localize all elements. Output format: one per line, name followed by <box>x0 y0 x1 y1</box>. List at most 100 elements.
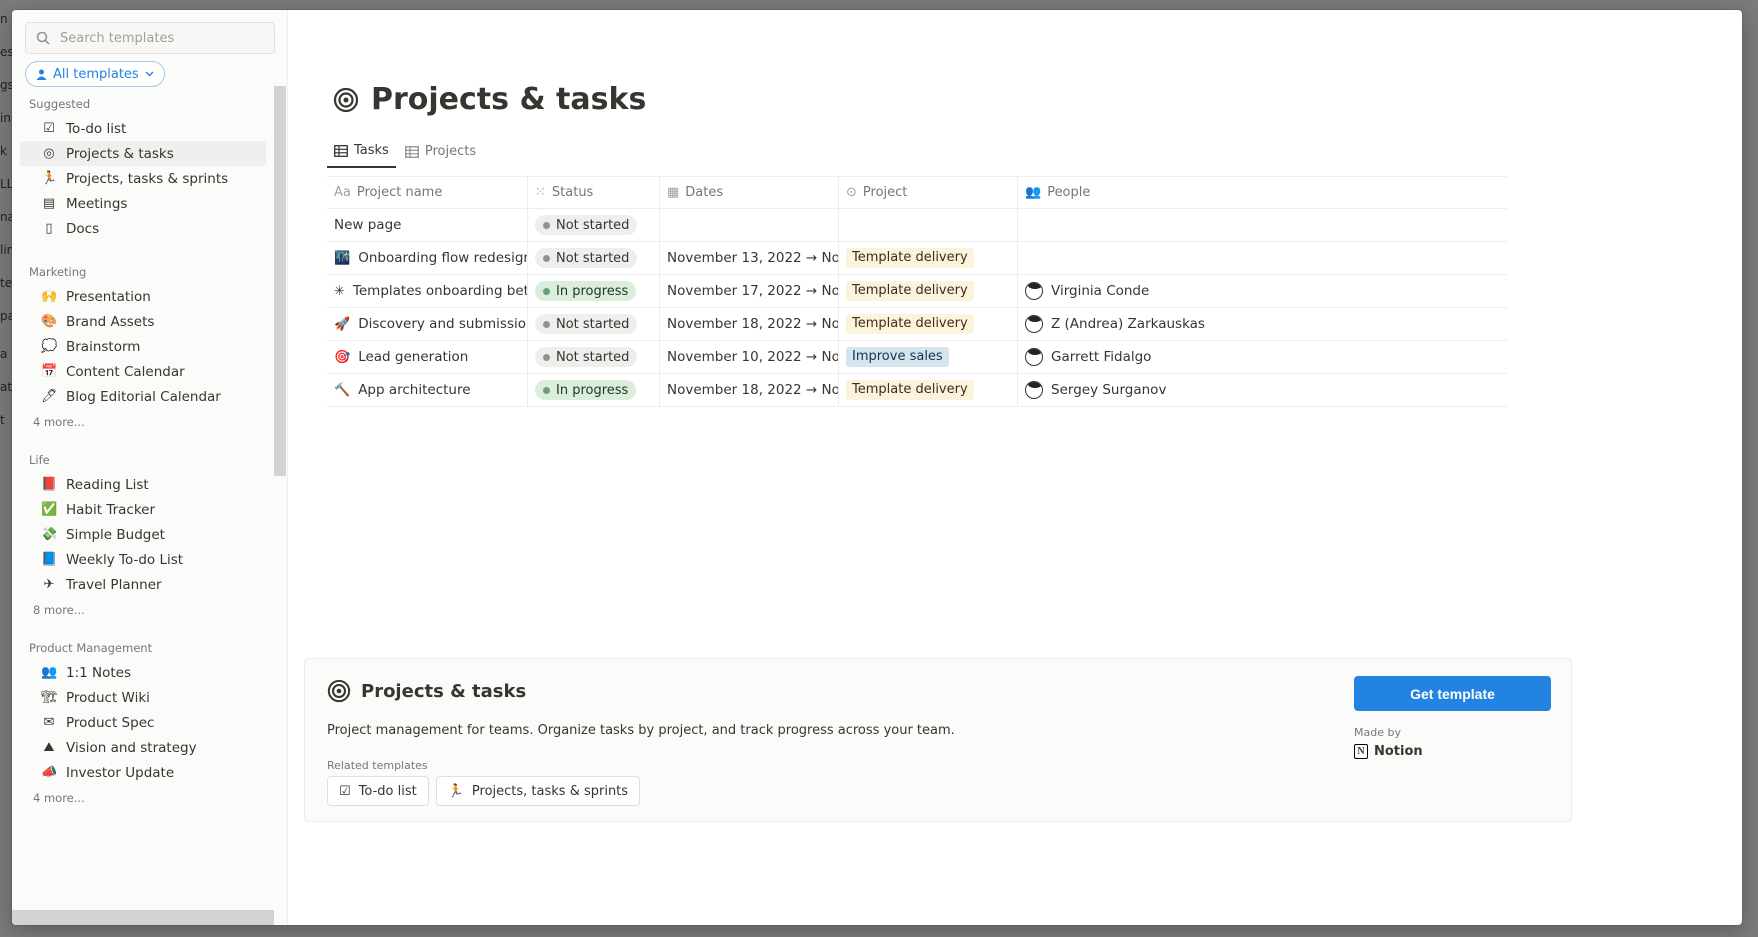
sidebar-item[interactable]: 🙌 Presentation <box>20 284 266 309</box>
project-tag: Template delivery <box>846 281 974 301</box>
target-icon <box>327 679 351 703</box>
related-template-chip[interactable]: 🏃 Projects, tasks & sprints <box>435 776 641 806</box>
people-cell[interactable]: Z (Andrea) Zarkauskas <box>1018 308 1507 340</box>
sidebar-item[interactable]: 📣 Investor Update <box>20 760 266 785</box>
dates-cell[interactable] <box>660 209 839 241</box>
project-name: App architecture <box>358 382 471 398</box>
column-header-label: Status <box>551 185 594 200</box>
dates-cell[interactable]: November 13, 2022 → November 15, 2022 <box>660 242 839 274</box>
status-cell[interactable]: Not started <box>528 242 660 274</box>
maker[interactable]: N Notion <box>1354 744 1423 759</box>
people-cell[interactable] <box>1018 209 1507 241</box>
sidebar-item[interactable]: ✅ Habit Tracker <box>20 497 266 522</box>
mountain-icon: ⛰ <box>43 739 55 755</box>
project-cell[interactable]: Template delivery <box>839 242 1018 274</box>
tab-tasks[interactable]: Tasks <box>327 135 396 168</box>
sidebar-item-label: Simple Budget <box>66 526 165 543</box>
checkbox-icon: ☑ <box>339 783 351 799</box>
sidebar-item[interactable]: ☑ To-do list <box>20 116 266 141</box>
sidebar-item[interactable]: 🎨 Brand Assets <box>20 309 266 334</box>
column-header-status[interactable]: ⁙ Status <box>528 177 660 208</box>
column-header-project[interactable]: ⊙ Project <box>839 177 1018 208</box>
column-header-dates[interactable]: ▦ Dates <box>660 177 839 208</box>
table-row[interactable]: 🚀 Discovery and submissions Not started Nov… <box>327 308 1507 341</box>
all-templates-filter-button[interactable]: All templates <box>25 61 165 87</box>
tab-projects[interactable]: Projects <box>398 135 483 168</box>
table-row[interactable]: New page Not started <box>327 209 1507 242</box>
dates-cell[interactable]: November 18, 2022 → November 20, 2022 <box>660 308 839 340</box>
people-cell[interactable]: Garrett Fidalgo <box>1018 341 1507 373</box>
dates-cell[interactable]: November 17, 2022 → November 19, 2022 <box>660 275 839 307</box>
column-header-people[interactable]: 👥 People <box>1018 177 1507 208</box>
sidebar-item[interactable]: ✈ Travel Planner <box>20 572 266 597</box>
table-row[interactable]: 🔨 App architecture In progress November 18,… <box>327 374 1507 407</box>
project-cell[interactable]: Template delivery <box>839 374 1018 406</box>
people-cell[interactable]: Virginia Conde <box>1018 275 1507 307</box>
sidebar-scrollbar[interactable] <box>274 86 286 476</box>
project-name-cell[interactable]: 🌃 Onboarding flow redesign <box>327 242 528 274</box>
background-fragment: t <box>0 413 5 427</box>
background-fragment: te <box>0 276 12 290</box>
sidebar-item[interactable]: 📅 Content Calendar <box>20 359 266 384</box>
sidebar-item[interactable]: ✉ Product Spec <box>20 710 266 735</box>
date-range: November 18, 2022 → November 22, 2022 <box>667 382 839 398</box>
background-app-fragments: n es gs ing k LL na lin te pa a at t <box>0 0 12 937</box>
project-name-cell[interactable]: 🚀 Discovery and submissions <box>327 308 528 340</box>
status-badge: Not started <box>535 248 638 268</box>
show-more-link[interactable]: 4 more... <box>12 785 274 811</box>
sidebar-item[interactable]: ▤ Meetings <box>20 191 266 216</box>
status-cell[interactable]: In progress <box>528 374 660 406</box>
sidebar-section: Life 📕 Reading List ✅ Habit Tracker 💸 Simple B… <box>12 448 274 623</box>
sidebar-item-label: Weekly To-do List <box>66 551 184 568</box>
sidebar-item[interactable]: 💸 Simple Budget <box>20 522 266 547</box>
sidebar-item[interactable]: 🖊 Blog Editorial Calendar <box>20 384 266 409</box>
target-icon <box>333 87 359 112</box>
document-icon: ▯ <box>45 220 53 236</box>
person-name: Virginia Conde <box>1051 283 1150 299</box>
sidebar-item[interactable]: ▯ Docs <box>20 216 266 241</box>
project-cell[interactable]: Template delivery <box>839 308 1018 340</box>
search-input[interactable] <box>60 30 260 46</box>
view-tabs: Tasks Projects <box>327 135 483 168</box>
get-template-button[interactable]: Get template <box>1354 676 1551 711</box>
sidebar-item[interactable]: ⛰ Vision and strategy <box>20 735 266 760</box>
sidebar-item[interactable]: ◎ Projects & tasks <box>20 141 266 166</box>
sidebar-horizontal-scrollbar[interactable] <box>12 910 274 925</box>
table-row[interactable]: 🌃 Onboarding flow redesign Not started Nove… <box>327 242 1507 275</box>
search-box[interactable] <box>25 22 275 54</box>
status-cell[interactable]: Not started <box>528 308 660 340</box>
column-header-name[interactable]: Aa Project name <box>327 177 528 208</box>
sidebar-item[interactable]: 👥 1:1 Notes <box>20 660 266 685</box>
table-row[interactable]: ✳ Templates onboarding beta test In progre… <box>327 275 1507 308</box>
row-emoji-icon: 🔨 <box>334 382 351 398</box>
show-more-link[interactable]: 4 more... <box>12 409 274 435</box>
section-title: Product Management <box>29 641 153 655</box>
show-more-link[interactable]: 8 more... <box>12 597 274 623</box>
project-name-cell[interactable]: 🔨 App architecture <box>327 374 528 406</box>
sidebar-item[interactable]: 💭 Brainstorm <box>20 334 266 359</box>
project-name: New page <box>334 217 402 233</box>
project-name-cell[interactable]: New page <box>327 209 528 241</box>
project-cell[interactable]: Template delivery <box>839 275 1018 307</box>
sidebar-item[interactable]: 📕 Reading List <box>20 472 266 497</box>
people-cell[interactable]: Sergey Surganov <box>1018 374 1507 406</box>
status-cell[interactable]: In progress <box>528 275 660 307</box>
related-template-chip[interactable]: ☑ To-do list <box>327 776 429 806</box>
sidebar-item[interactable]: 🏗 Product Wiki <box>20 685 266 710</box>
project-name: Templates onboarding beta test <box>352 283 527 299</box>
sidebar-item[interactable]: 📘 Weekly To-do List <box>20 547 266 572</box>
dates-cell[interactable]: November 18, 2022 → November 22, 2022 <box>660 374 839 406</box>
sidebar-item[interactable]: 🏃 Projects, tasks & sprints <box>20 166 266 191</box>
status-cell[interactable]: Not started <box>528 209 660 241</box>
project-cell[interactable]: Improve sales <box>839 341 1018 373</box>
project-name-cell[interactable]: ✳ Templates onboarding beta test <box>327 275 528 307</box>
status-cell[interactable]: Not started <box>528 341 660 373</box>
background-fragment: n <box>0 12 8 26</box>
table-row[interactable]: 🎯 Lead generation Not started November 10, … <box>327 341 1507 374</box>
person-name: Garrett Fidalgo <box>1051 349 1152 365</box>
status-dot-icon <box>543 221 550 229</box>
people-cell[interactable] <box>1018 242 1507 274</box>
dates-cell[interactable]: November 10, 2022 → November 12, 2022 <box>660 341 839 373</box>
project-name-cell[interactable]: 🎯 Lead generation <box>327 341 528 373</box>
project-cell[interactable] <box>839 209 1018 241</box>
